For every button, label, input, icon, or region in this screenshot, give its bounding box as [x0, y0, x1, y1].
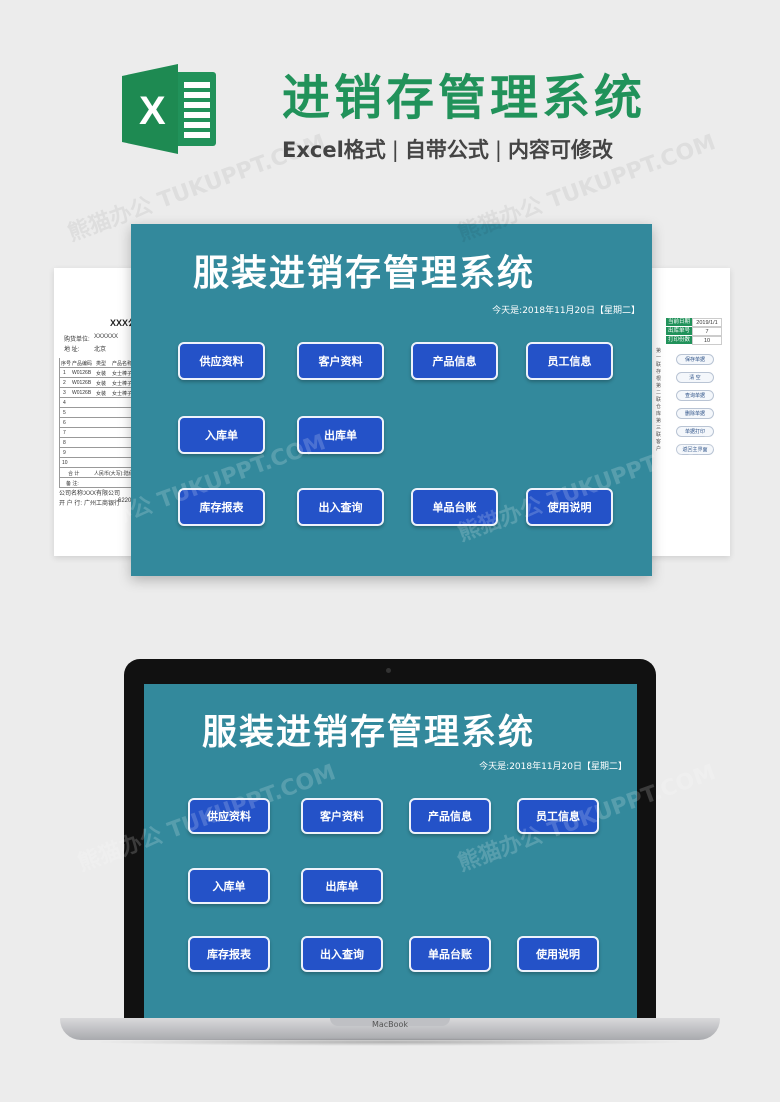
- main-menu-panel: 服装进销存管理系统 今天是:2018年11月20日【星期二】 供应资料 客户资料…: [131, 224, 652, 576]
- camera-icon: [386, 668, 391, 673]
- query-document-button[interactable]: 查询单据: [676, 390, 714, 401]
- panel-title: 服装进销存管理系统: [193, 253, 536, 294]
- screen-title: 服装进销存管理系统: [202, 713, 536, 753]
- user-guide-button[interactable]: 使用说明: [517, 936, 599, 972]
- delete-document-button[interactable]: 删除单据: [676, 408, 714, 419]
- employee-info-button[interactable]: 员工信息: [517, 798, 599, 834]
- user-guide-button[interactable]: 使用说明: [526, 488, 613, 526]
- copy-labels: 第一联存根 第二联仓库 第三联客户: [656, 348, 662, 452]
- panel-date: 今天是:2018年11月20日【星期二】: [492, 306, 640, 316]
- inbound-order-button[interactable]: 入库单: [178, 416, 265, 454]
- subtitle-part-editable: 内容可修改: [507, 138, 613, 162]
- inbound-order-button[interactable]: 入库单: [188, 868, 270, 904]
- bank-label: 开 户 行:: [59, 501, 83, 507]
- info-row: 打印份数 10: [666, 336, 722, 345]
- laptop-brand-label: MacBook: [371, 1020, 409, 1029]
- inventory-report-button[interactable]: 库存报表: [188, 936, 270, 972]
- product-info-button[interactable]: 产品信息: [411, 342, 498, 380]
- item-ledger-button[interactable]: 单品台账: [411, 488, 498, 526]
- background-sheet-right: 当前日期 2019/1/1 出库单号 7 打印份数 10 第一联存根 第二联仓库 第三…: [640, 268, 730, 556]
- subtitle-separator: |: [494, 138, 502, 162]
- address-value: 北京: [94, 347, 107, 353]
- col-type: 类型: [96, 361, 107, 367]
- supplier-info-button[interactable]: 供应资料: [178, 342, 265, 380]
- save-document-button[interactable]: 保存单据: [676, 354, 714, 365]
- outbound-order-button[interactable]: 出库单: [297, 416, 384, 454]
- company-label: 公司名称:: [59, 491, 85, 497]
- supplier-info-button[interactable]: 供应资料: [188, 798, 270, 834]
- inventory-report-button[interactable]: 库存报表: [178, 488, 265, 526]
- page-subtitle: Excel格式 | 自带公式 | 内容可修改: [282, 134, 613, 164]
- back-to-main-button[interactable]: 返回主界面: [676, 444, 714, 455]
- subtitle-separator: |: [391, 138, 399, 162]
- outbound-order-button[interactable]: 出库单: [301, 868, 383, 904]
- employee-info-button[interactable]: 员工信息: [526, 342, 613, 380]
- company-value: XXX有限公司: [84, 491, 121, 497]
- clear-button[interactable]: 清 空: [676, 372, 714, 383]
- laptop-shadow: [90, 1038, 690, 1046]
- col-name: 产品名称: [112, 361, 133, 367]
- print-document-button[interactable]: 单据打印: [676, 426, 714, 437]
- customer-info-button[interactable]: 客户资料: [301, 798, 383, 834]
- address-label: 地 址:: [64, 347, 80, 353]
- item-ledger-button[interactable]: 单品台账: [409, 936, 491, 972]
- supplier-label: 购货单位:: [64, 337, 90, 343]
- customer-info-button[interactable]: 客户资料: [297, 342, 384, 380]
- col-no: 序号: [61, 361, 72, 367]
- in-out-query-button[interactable]: 出入查询: [301, 936, 383, 972]
- logo-letter: X: [139, 89, 166, 133]
- supplier-value: XXXXXX: [94, 334, 119, 340]
- excel-logo-icon: X: [122, 64, 216, 154]
- subtitle-part-formula: 自带公式: [404, 138, 489, 162]
- subtitle-part-format: Excel格式: [282, 138, 386, 162]
- info-table: 当前日期 2019/1/1 出库单号 7 打印份数 10: [666, 318, 722, 345]
- info-row: 出库单号 7: [666, 327, 722, 336]
- in-out-query-button[interactable]: 出入查询: [297, 488, 384, 526]
- info-row: 当前日期 2019/1/1: [666, 318, 722, 327]
- bank-value: 广州工商银行: [84, 501, 121, 507]
- page-title: 进销存管理系统: [282, 70, 647, 126]
- screen-date: 今天是:2018年11月20日【星期二】: [479, 762, 627, 772]
- laptop-screen: 服装进销存管理系统 今天是:2018年11月20日【星期二】 供应资料 客户资料…: [144, 684, 637, 1018]
- col-code: 产品编码: [72, 361, 93, 367]
- product-info-button[interactable]: 产品信息: [409, 798, 491, 834]
